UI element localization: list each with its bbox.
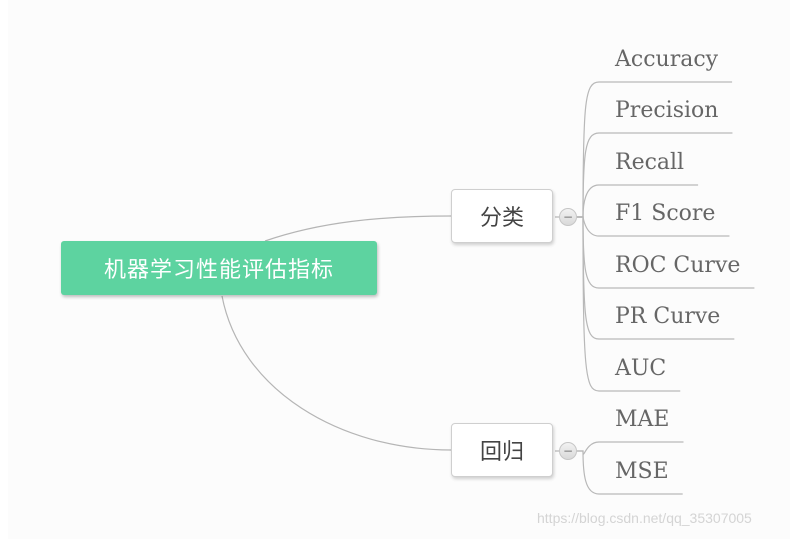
watermark: https://blog.csdn.net/qq_35307005 <box>537 510 752 526</box>
leaf-connector <box>577 441 684 455</box>
leaf-node[interactable]: Precision <box>615 98 718 128</box>
leaf-node[interactable]: MAE <box>615 407 669 437</box>
root-node[interactable]: 机器学习性能评估指标 <box>61 241 377 295</box>
leaf-node[interactable]: Accuracy <box>615 47 718 77</box>
minus-icon: − <box>562 444 574 458</box>
leaf-node[interactable]: Recall <box>615 150 684 180</box>
branch-node-regression[interactable]: 回归 <box>451 423 553 477</box>
leaf-node[interactable]: F1 Score <box>615 201 715 231</box>
collapse-toggle-regression[interactable]: − <box>559 442 577 460</box>
link-root-classification <box>264 215 452 242</box>
leaf-node[interactable]: AUC <box>615 356 666 386</box>
leaf-node[interactable]: PR Curve <box>615 304 720 334</box>
collapse-toggle-classification[interactable]: − <box>559 208 577 226</box>
leaf-node[interactable]: ROC Curve <box>615 253 740 283</box>
link-root-regression <box>221 295 452 451</box>
leaf-node[interactable]: MSE <box>615 459 669 489</box>
branch-node-classification[interactable]: 分类 <box>451 189 553 243</box>
minus-icon: − <box>562 210 574 224</box>
